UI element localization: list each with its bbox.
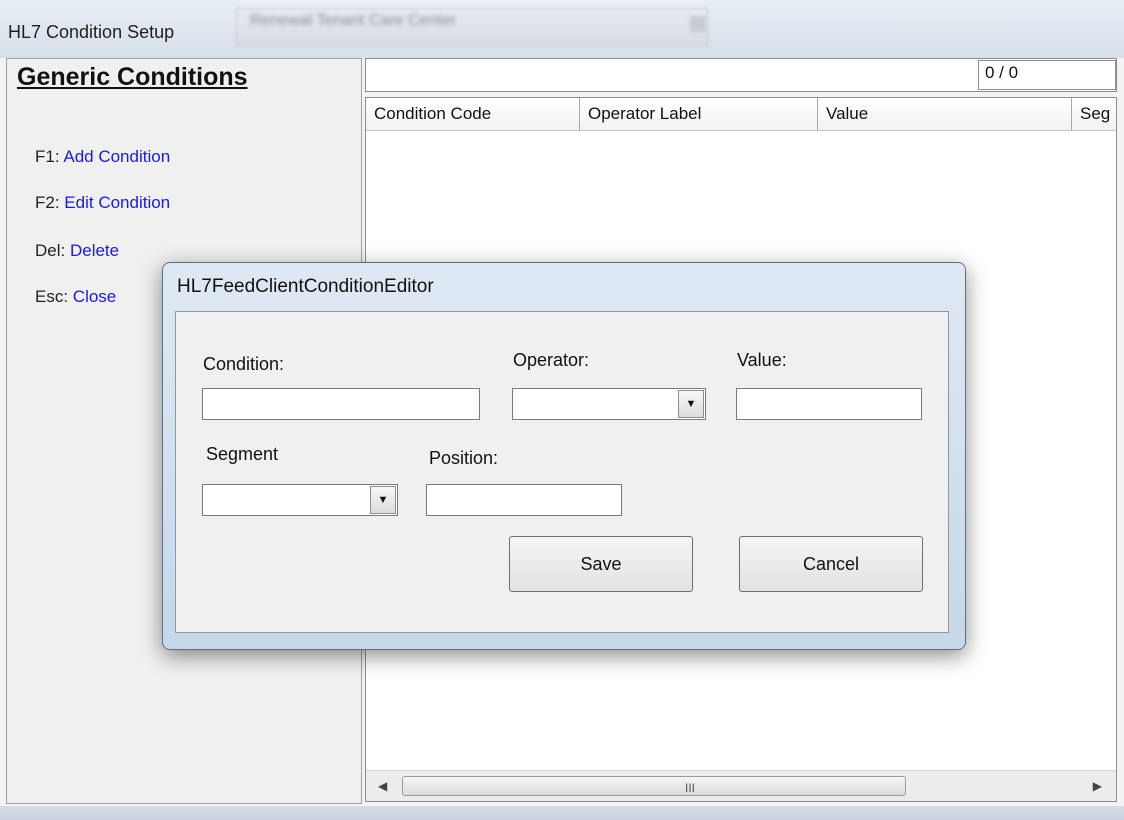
value-label: Value:	[737, 350, 787, 370]
hotkey-key: Esc:	[35, 287, 69, 306]
delete-link[interactable]: Delete	[70, 241, 119, 260]
window-title: HL7 Condition Setup	[8, 22, 175, 42]
value-field[interactable]	[736, 388, 922, 420]
hotkey-close: Esc: Close	[35, 287, 116, 307]
edit-condition-link[interactable]: Edit Condition	[64, 193, 170, 212]
hotkey-edit-condition: F2: Edit Condition	[35, 193, 170, 213]
hotkey-delete: Del: Delete	[35, 241, 119, 261]
hotkey-key: F1:	[35, 147, 60, 166]
cancel-button[interactable]: Cancel	[739, 536, 923, 592]
position-input[interactable]	[427, 485, 621, 515]
column-header-condition-code[interactable]: Condition Code	[366, 98, 580, 130]
column-header-value[interactable]: Value	[818, 98, 1072, 130]
position-label: Position:	[429, 448, 499, 468]
chevron-down-icon[interactable]: ▼	[678, 390, 704, 418]
segment-combo[interactable]: ▼	[202, 484, 398, 516]
grid-header: Condition Code Operator Label Value Seg	[366, 98, 1116, 131]
column-header-segment[interactable]: Seg	[1072, 98, 1116, 130]
scroll-left-arrow-icon[interactable]: ◀	[378, 779, 387, 793]
window-title-bar: HL7 Condition Setup Renewal Tenant Care …	[0, 0, 1124, 58]
condition-field[interactable]	[202, 388, 480, 420]
panel-heading: Generic Conditions	[17, 63, 248, 91]
condition-label: Condition:	[203, 354, 285, 374]
operator-combo[interactable]: ▼	[512, 388, 706, 420]
scroll-right-arrow-icon[interactable]: ▶	[1093, 779, 1102, 793]
chevron-down-icon[interactable]: ▼	[370, 486, 396, 514]
position-field[interactable]	[426, 484, 622, 516]
column-header-operator-label[interactable]: Operator Label	[580, 98, 818, 130]
record-counter: 0 / 0	[978, 60, 1116, 90]
scroll-thumb[interactable]: III	[402, 776, 906, 796]
blurred-selector-text: Renewal Tenant Care Center	[250, 12, 457, 29]
add-condition-link[interactable]: Add Condition	[63, 147, 170, 166]
dialog-client-area: Condition: Operator: ▼ Value: Segment ▼ …	[175, 311, 949, 633]
condition-input[interactable]	[203, 389, 479, 419]
condition-editor-dialog: HL7FeedClientConditionEditor Condition: …	[162, 262, 966, 650]
status-strip	[0, 806, 1124, 820]
value-input[interactable]	[737, 389, 921, 419]
segment-label: Segment	[206, 444, 279, 464]
horizontal-scrollbar[interactable]: ◀ III ▶	[366, 770, 1116, 801]
close-link[interactable]: Close	[73, 287, 116, 306]
dialog-title: HL7FeedClientConditionEditor	[177, 276, 434, 297]
operator-label: Operator:	[513, 350, 590, 370]
hotkey-key: Del:	[35, 241, 66, 260]
hotkey-add-condition: F1: Add Condition	[35, 147, 170, 167]
chevron-down-icon[interactable]	[690, 16, 706, 32]
hotkey-key: F2:	[35, 193, 60, 212]
scroll-grip: III	[685, 781, 696, 795]
save-button[interactable]: Save	[509, 536, 693, 592]
